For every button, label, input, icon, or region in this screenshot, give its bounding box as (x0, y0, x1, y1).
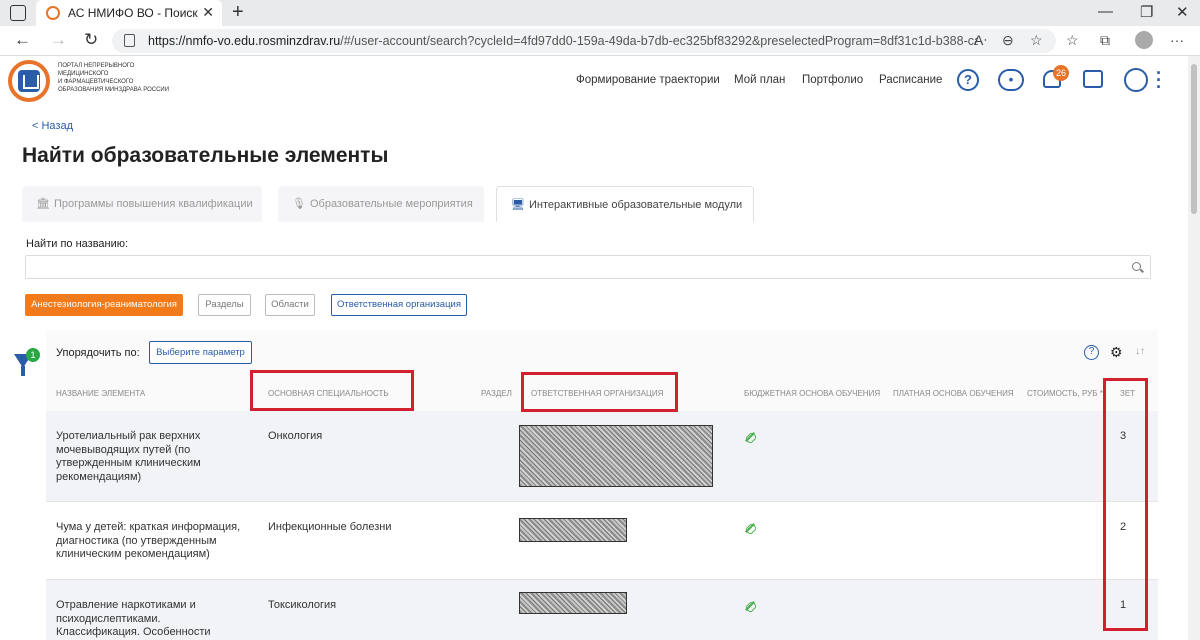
nav-my-plan[interactable]: Мой план (734, 74, 785, 86)
highlight-specialty-header (250, 370, 414, 411)
column-header-paid[interactable]: Платная основа обучения (893, 389, 1014, 398)
search-label: Найти по названию: (26, 238, 129, 250)
search-input[interactable] (25, 255, 1151, 279)
back-link[interactable]: < Назад (32, 120, 73, 132)
element-specialty: Инфекционные болезни (268, 521, 392, 533)
more-menu-icon[interactable]: · · · (1156, 64, 1162, 96)
browser-tab[interactable]: АС НМИФО ВО - Поиск ✕ (36, 0, 222, 26)
forward-arrow-icon[interactable]: → (50, 30, 67, 50)
filter-chip-specialty[interactable]: Анестезиология-реаниматология (25, 294, 183, 316)
window-close-icon[interactable]: ✕ (1176, 3, 1189, 21)
eye-icon[interactable]: • (998, 69, 1024, 91)
sort-select[interactable]: Выберите параметр (149, 341, 252, 364)
element-name[interactable]: Отравление наркотиками и психодислептика… (56, 599, 246, 640)
tab-programs[interactable]: 🏛 Программы повышения квалификации (22, 186, 262, 222)
tab-events[interactable]: 🎙 Образовательные мероприятия (278, 186, 484, 222)
highlight-zet-column (1103, 378, 1148, 631)
building-icon: 🏛 (36, 198, 50, 210)
lock-icon (124, 34, 135, 47)
tab-title: АС НМИФО ВО - Поиск (68, 6, 198, 20)
read-aloud-icon[interactable]: Aᐧ (974, 32, 987, 49)
browser-menu-icon[interactable]: ··· (1170, 32, 1184, 48)
column-header-section[interactable]: Раздел (481, 389, 512, 398)
user-icon[interactable] (1124, 68, 1148, 92)
page-scrollbar[interactable] (1188, 56, 1200, 640)
tab-actions-icon[interactable] (10, 5, 26, 21)
nav-portfolio[interactable]: Портфолио (802, 74, 863, 86)
new-tab-icon[interactable]: + (232, 1, 244, 24)
budget-available-icon (744, 600, 756, 612)
monitor-icon: 🖥 (511, 199, 525, 211)
element-name[interactable]: Уротелиальный рак верхних мочевыводящих … (56, 430, 246, 484)
favorites-icon[interactable]: ☆ (1066, 32, 1079, 49)
column-header-cost[interactable]: Стоимость, руб * (1027, 389, 1103, 398)
minimize-icon[interactable]: — (1098, 3, 1113, 20)
budget-available-icon (744, 522, 756, 534)
collections-icon[interactable]: ⧉ (1100, 32, 1110, 49)
redacted-organization (519, 518, 627, 542)
reload-icon[interactable]: ↻ (84, 30, 98, 50)
highlight-organization-header (521, 372, 678, 412)
element-specialty: Онкология (268, 430, 323, 442)
sort-label: Упорядочить по: (56, 347, 140, 359)
sort-order-icon[interactable]: ↓↑ (1135, 346, 1145, 357)
budget-available-icon (744, 431, 756, 443)
filter-chip-sections[interactable]: Разделы (198, 294, 251, 316)
column-header-budget[interactable]: Бюджетная основа обучения (744, 389, 880, 398)
chat-icon[interactable] (1083, 70, 1103, 88)
question-icon[interactable]: ? (1084, 345, 1099, 360)
help-icon[interactable]: ? (957, 69, 979, 91)
zoom-icon[interactable]: ⊖ (1002, 32, 1014, 49)
notification-badge: 26 (1053, 65, 1069, 81)
browser-tabbar: АС НМИФО ВО - Поиск ✕ + — ❐ ✕ (0, 0, 1200, 26)
search-icon[interactable] (1132, 262, 1141, 271)
tab-interactive-modules[interactable]: 🖥 Интерактивные образовательные модули (496, 186, 754, 222)
filter-chip-areas[interactable]: Области (265, 294, 315, 316)
element-name[interactable]: Чума у детей: краткая информация, диагно… (56, 521, 246, 562)
redacted-organization (519, 592, 627, 614)
portal-logo[interactable] (8, 60, 50, 102)
site-favicon-icon (46, 6, 60, 20)
element-specialty: Токсикология (268, 599, 337, 611)
filter-chip-organization[interactable]: Ответственная организация (331, 294, 467, 316)
column-header-name[interactable]: Название элемента (56, 389, 145, 398)
browser-profile-icon[interactable] (1135, 31, 1153, 49)
gear-icon[interactable]: ⚙ (1110, 344, 1123, 361)
address-bar: ← → ↻ https://nmfo-vo.edu.rosminzdrav.ru… (0, 26, 1200, 56)
favorite-add-icon[interactable]: ☆ (1030, 32, 1043, 49)
redacted-organization (519, 425, 713, 487)
microphone-icon: 🎙 (292, 198, 306, 210)
restore-icon[interactable]: ❐ (1140, 3, 1153, 21)
portal-logo-text: Портал непрерывного медицинского и фарма… (58, 63, 170, 93)
nav-schedule[interactable]: Расписание (879, 74, 942, 86)
tab-close-icon[interactable]: ✕ (202, 4, 214, 21)
filter-count-badge: 1 (26, 348, 40, 362)
nav-trajectory[interactable]: Формирование траектории (576, 74, 720, 86)
url-field[interactable]: https://nmfo-vo.edu.rosminzdrav.ru/#/use… (112, 29, 1056, 53)
page-title: Найти образовательные элементы (22, 144, 389, 167)
site-header: Портал непрерывного медицинского и фарма… (0, 56, 1188, 106)
back-arrow-icon[interactable]: ← (14, 30, 31, 50)
url-text: https://nmfo-vo.edu.rosminzdrav.ru/#/use… (148, 34, 978, 48)
